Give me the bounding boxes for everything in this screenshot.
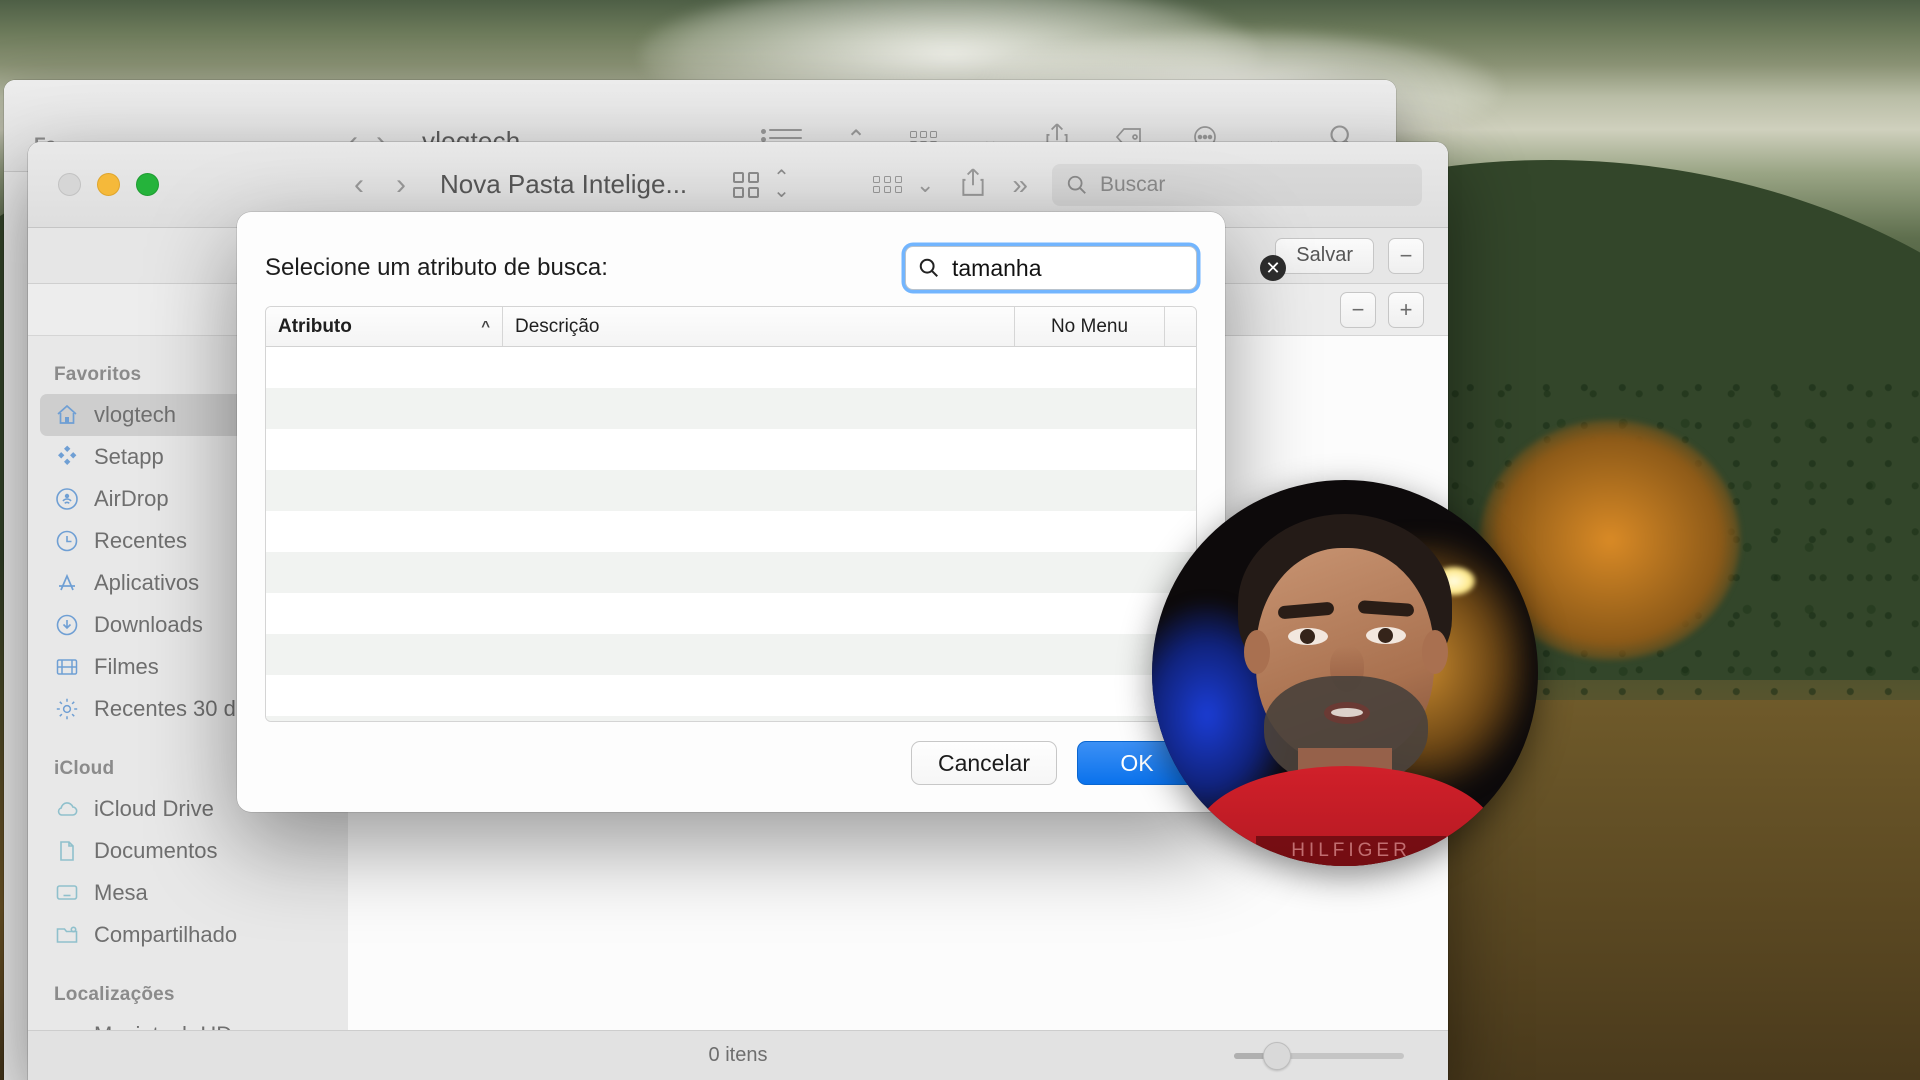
clear-search-icon[interactable]: ✕ [1260, 255, 1286, 281]
desktop-icon [54, 880, 80, 906]
sidebar-item-label: Mesa [94, 880, 148, 905]
document-icon [54, 838, 80, 864]
film-icon [54, 654, 80, 680]
gear-icon [54, 696, 80, 722]
plus-rule-button[interactable]: + [1388, 291, 1424, 328]
table-row[interactable] [266, 511, 1196, 552]
maximize-button[interactable] [136, 173, 159, 196]
sidebar-item-label: Recentes [94, 528, 187, 553]
table-row[interactable] [266, 716, 1196, 721]
column-header-atributo[interactable]: Atributo ^ [266, 307, 502, 346]
sidebar-item-compartilhado[interactable]: Compartilhado [40, 914, 336, 956]
forward-button-icon[interactable]: › [396, 169, 406, 200]
slider-knob[interactable] [1262, 1041, 1291, 1070]
sidebar-item-label: Documentos [94, 838, 218, 863]
icon-size-slider[interactable] [1234, 1041, 1404, 1070]
cancel-button[interactable]: Cancelar [910, 741, 1057, 785]
sidebar-item-label: AirDrop [94, 486, 169, 511]
download-icon [54, 612, 80, 638]
webcam-overlay: HILFIGER [1152, 480, 1538, 866]
icon-view-button[interactable] [733, 171, 760, 198]
search-icon [919, 258, 938, 277]
sidebar-item-label: Downloads [94, 612, 203, 637]
back-button-icon[interactable]: ‹ [354, 169, 364, 200]
dialog-actions: Cancelar OK [265, 722, 1197, 786]
window-controls [28, 173, 348, 196]
toolbar-search-placeholder: Buscar [1100, 172, 1166, 196]
table-row[interactable] [266, 388, 1196, 429]
airdrop-icon [54, 486, 80, 512]
dialog-prompt-label: Selecione um atributo de busca: [265, 254, 608, 281]
group-by-chevron-down-icon[interactable]: ⌄ [916, 173, 934, 196]
table-row[interactable] [266, 593, 1196, 634]
sidebar-item-label: iCloud Drive [94, 796, 214, 821]
sidebar-item-label: Filmes [94, 654, 159, 679]
column-header-no-menu[interactable]: No Menu [1014, 307, 1164, 346]
minimize-button[interactable] [97, 173, 120, 196]
search-attribute-dialog[interactable]: Selecione um atributo de busca: ✕ Atribu… [237, 212, 1286, 812]
shirt-logo-text: HILFIGER [1256, 836, 1446, 866]
ear-right [1422, 630, 1448, 674]
table-row[interactable] [266, 675, 1196, 716]
column-header-descricao[interactable]: Descrição [502, 307, 1014, 346]
sidebar-item-mesa[interactable]: Mesa [40, 872, 336, 914]
sidebar-item-label: Macintosh HD [94, 1022, 232, 1030]
close-button[interactable] [58, 173, 81, 196]
save-button[interactable]: Salvar [1275, 237, 1374, 274]
table-row[interactable] [266, 552, 1196, 593]
cloud-icon [54, 796, 80, 822]
remove-criteria-button[interactable]: − [1388, 237, 1424, 274]
mouth-shape [1324, 702, 1370, 724]
search-icon [1067, 175, 1086, 194]
table-row[interactable] [266, 634, 1196, 675]
table-body[interactable] [266, 347, 1196, 721]
sort-chevrons-icon[interactable]: ⌃ ⌄ [773, 168, 790, 201]
column-label: Descrição [515, 315, 600, 337]
table-row[interactable] [266, 470, 1196, 511]
table-header-row: Atributo ^ Descrição No Menu [266, 307, 1196, 347]
toolbar-right: ⌄ » Buscar [872, 163, 1448, 206]
setapp-icon [54, 444, 80, 470]
status-bar: 0 itens [28, 1030, 1448, 1080]
window-title: Nova Pasta Intelige... [440, 169, 688, 199]
home-icon [54, 402, 80, 428]
sidebar-item-label: Aplicativos [94, 570, 200, 595]
eye-left [1288, 628, 1328, 645]
sidebar-item-label: Compartilhado [94, 922, 238, 947]
more-chevrons-icon[interactable]: » [1012, 169, 1028, 201]
share-button[interactable] [960, 167, 986, 202]
item-count-label: 0 itens [708, 1044, 768, 1066]
chevron-up-icon: ^ [481, 318, 490, 335]
sidebar-item-label: Setapp [94, 444, 164, 469]
shared-folder-icon [54, 922, 80, 948]
sidebar-item-macintosh-hd[interactable]: Macintosh HD [40, 1014, 336, 1030]
search-input[interactable] [952, 254, 1248, 282]
attribute-table[interactable]: Atributo ^ Descrição No Menu [265, 306, 1197, 722]
app-store-icon [54, 570, 80, 596]
dialog-header: Selecione um atributo de busca: ✕ [265, 240, 1286, 296]
harddisk-icon [54, 1022, 80, 1030]
eye-right [1366, 627, 1406, 644]
table-row[interactable] [266, 429, 1196, 470]
column-label: Atributo [278, 315, 352, 337]
minus-rule-button[interactable]: − [1340, 291, 1376, 328]
attribute-search-field[interactable]: ✕ [905, 246, 1286, 290]
column-label: No Menu [1050, 315, 1129, 337]
ear-left [1244, 630, 1270, 674]
group-by-button[interactable] [872, 176, 902, 193]
clock-icon [54, 528, 80, 554]
sidebar-section-header-localizacoes: Localizações [54, 984, 175, 1005]
navigation-buttons: ‹ › [354, 169, 406, 200]
table-row[interactable] [266, 347, 1196, 388]
toolbar-search-field[interactable]: Buscar [1052, 163, 1422, 206]
sidebar-item-documentos[interactable]: Documentos [40, 830, 336, 872]
column-header-spacer [1164, 307, 1196, 346]
sidebar-item-label: vlogtech [94, 402, 176, 427]
